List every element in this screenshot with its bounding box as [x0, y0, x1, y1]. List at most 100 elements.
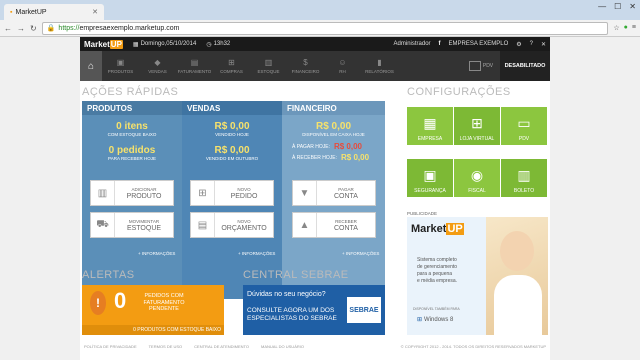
settings-icon[interactable]: ⚙: [516, 41, 521, 48]
itens-value: 0 itens: [116, 121, 148, 132]
footer-link-manual[interactable]: MANUAL DO USUÁRIO: [261, 344, 304, 349]
sebrae-panel[interactable]: Dúvidas no seu negócio? CONSULTE AGORA U…: [243, 285, 385, 335]
pedidos-value: 0 pedidos: [108, 145, 156, 156]
monitor-icon: ▭: [517, 115, 531, 131]
caixa-value: R$ 0,00: [315, 121, 352, 132]
document-icon: ▤: [191, 213, 215, 237]
pagar-label: À PAGAR HOJE:: [292, 143, 330, 150]
footer-link-atendimento[interactable]: CENTRAL DE ATENDIMENTO: [194, 344, 249, 349]
pagar-conta-button[interactable]: ▼ PAGAR CONTA: [292, 180, 376, 206]
vendido-mes-value: R$ 0,00: [214, 145, 250, 156]
vendido-mes-label: VENDIDO EM OUTUBRO: [205, 156, 259, 161]
footer: POLÍTICA DE PRIVACIDADE TERMOS DE USO CE…: [80, 341, 550, 351]
nav-vendas[interactable]: ◆ VENDAS: [139, 51, 176, 81]
url-scheme: https://: [58, 24, 80, 32]
receber-conta-button[interactable]: ▲ RECEBER CONTA: [292, 212, 376, 238]
pedidos-label: PARA RECEBER HOJE: [108, 156, 156, 161]
pagar-value: R$ 0,00: [333, 142, 363, 151]
footer-link-termos[interactable]: TERMOS DE USO: [149, 344, 183, 349]
financeiro-info-link[interactable]: + INFORMAÇÕES: [342, 251, 379, 256]
marketup-logo[interactable]: MarketUP: [84, 39, 123, 49]
star-icon[interactable]: ☆: [613, 24, 619, 32]
config-fiscal-tile[interactable]: ◉ FISCAL: [454, 159, 500, 197]
nav-faturamento[interactable]: ▤ FATURAMENTO: [176, 51, 213, 81]
user-name[interactable]: Administrador: [394, 41, 431, 47]
topbar: MarketUP ▦ Domingo,05/10/2014 ◷ 13h32 Ad…: [80, 37, 550, 51]
extension-icon[interactable]: ●: [624, 24, 628, 32]
maximize-icon[interactable]: ☐: [614, 2, 621, 11]
back-icon[interactable]: ←: [4, 24, 12, 33]
reload-icon[interactable]: ↻: [30, 24, 37, 33]
tab-title: MarketUP: [15, 8, 47, 16]
nav-produtos[interactable]: ▣ PRODUTOS: [102, 51, 139, 81]
nav-relatorios[interactable]: ▮ RELATÓRIOS: [361, 51, 398, 81]
sebrae-title: CENTRAL SEBRAE: [243, 269, 349, 281]
address-bar: ← → ↻ 🔒 https://empresaexemplo.marketup.…: [0, 20, 640, 37]
ad-text: Sistema completo de gerenciamento para a p…: [417, 257, 458, 284]
acoes-title: AÇÕES RÁPIDAS: [82, 86, 179, 98]
nav-estoque[interactable]: ▥ ESTOQUE: [250, 51, 287, 81]
browser-tab[interactable]: ▪ MarketUP ✕: [4, 4, 104, 20]
pdv-status-badge: DESABILITADO: [500, 51, 550, 81]
building-icon: ▦: [423, 115, 437, 131]
config-loja-tile[interactable]: ⊞ LOJA VIRTUAL: [454, 107, 500, 145]
adicionar-produto-button[interactable]: ▥ ADICIONAR PRODUTO: [90, 180, 174, 206]
nav-pdv[interactable]: PDV: [462, 51, 500, 81]
close-window-icon[interactable]: ✕: [629, 2, 636, 11]
estoque-baixo-alert[interactable]: 0 PRODUTOS COM ESTOQUE BAIXO: [82, 325, 224, 335]
nav-rh[interactable]: ☺ RH: [324, 51, 361, 81]
minimize-icon[interactable]: —: [598, 2, 606, 11]
config-boleto-tile[interactable]: ▥ BOLETO: [501, 159, 547, 197]
menu-icon[interactable]: ≡: [632, 24, 636, 32]
people-icon: ☺: [338, 58, 347, 67]
url-host: empresaexemplo.marketup.com: [79, 24, 180, 32]
vendas-info-link[interactable]: + INFORMAÇÕES: [238, 251, 275, 256]
chart-icon: ▮: [377, 58, 382, 67]
config-title: CONFIGURAÇÕES: [407, 86, 511, 98]
stock-icon: ▥: [264, 58, 273, 67]
ad-photo: [486, 217, 548, 335]
browser-tabbar: ▪ MarketUP ✕ — ☐ ✕: [0, 0, 640, 20]
advertisement[interactable]: MarketUP Sistema completo de gerenciament…: [407, 217, 548, 335]
favicon-icon: ▪: [10, 8, 13, 16]
barcode-icon: ▥: [517, 167, 531, 183]
footer-link-privacidade[interactable]: POLÍTICA DE PRIVACIDADE: [84, 344, 137, 349]
sebrae-cta: CONSULTE AGORA UM DOS ESPECIALISTAS DO SE…: [247, 307, 337, 322]
produtos-info-link[interactable]: + INFORMAÇÕES: [138, 251, 175, 256]
nav-compras[interactable]: ⊞ COMPRAS: [213, 51, 250, 81]
url-input[interactable]: 🔒 https://empresaexemplo.marketup.com: [41, 21, 609, 35]
main-nav: ⌂ ▣ PRODUTOS ◆ VENDAS ▤ FATURAMENTO ⊞ COMPRA…: [80, 51, 550, 81]
home-icon[interactable]: ⌂: [80, 51, 102, 81]
ad-brand: MarketUP: [411, 223, 464, 235]
forward-icon[interactable]: →: [17, 24, 25, 33]
movimentar-estoque-button[interactable]: ⛟ MOVIMENTAR ESTOQUE: [90, 212, 174, 238]
produtos-header: PRODUTOS: [82, 101, 182, 115]
page-frame: MarketUP ▦ Domingo,05/10/2014 ◷ 13h32 Ad…: [0, 37, 640, 360]
date-display: Domingo,05/10/2014: [140, 41, 197, 47]
alert-text: PEDIDOS COM FATURAMENTO PENDENTE: [143, 293, 185, 312]
marketup-app: MarketUP ▦ Domingo,05/10/2014 ◷ 13h32 Ad…: [80, 37, 550, 360]
close-icon[interactable]: ✕: [541, 41, 546, 48]
facebook-icon[interactable]: f: [439, 41, 441, 47]
sebrae-question: Dúvidas no seu negócio?: [247, 291, 326, 298]
alertas-panel[interactable]: ! 0 PEDIDOS COM FATURAMENTO PENDENTE 0 PRO…: [82, 285, 224, 335]
pay-icon: ▼: [293, 181, 317, 205]
nav-financeiro[interactable]: $ FINANCEIRO: [287, 51, 324, 81]
warning-icon: !: [90, 291, 106, 315]
config-seguranca-tile[interactable]: ▣ SEGURANÇA: [407, 159, 453, 197]
company-name[interactable]: EMPRESA EXEMPLO: [449, 41, 509, 47]
novo-pedido-button[interactable]: ⊞ NOVO PEDIDO: [190, 180, 274, 206]
config-empresa-tile[interactable]: ▦ EMPRESA: [407, 107, 453, 145]
financeiro-header: FINANCEIRO: [282, 101, 385, 115]
help-icon[interactable]: ?: [530, 41, 533, 47]
money-icon: $: [303, 58, 308, 67]
vendas-header: VENDAS: [182, 101, 282, 115]
barcode-icon: ▥: [91, 181, 115, 205]
copyright: © COPYRIGHT 2012 - 2014. TODOS OS DIREIT…: [400, 343, 546, 349]
config-pdv-tile[interactable]: ▭ PDV: [501, 107, 547, 145]
calendar-icon: ▦: [132, 41, 139, 48]
window-controls: — ☐ ✕: [598, 2, 636, 11]
close-tab-icon[interactable]: ✕: [92, 8, 98, 16]
cart-icon: ⊞: [471, 115, 483, 131]
novo-orcamento-button[interactable]: ▤ NOVO ORÇAMENTO: [190, 212, 274, 238]
